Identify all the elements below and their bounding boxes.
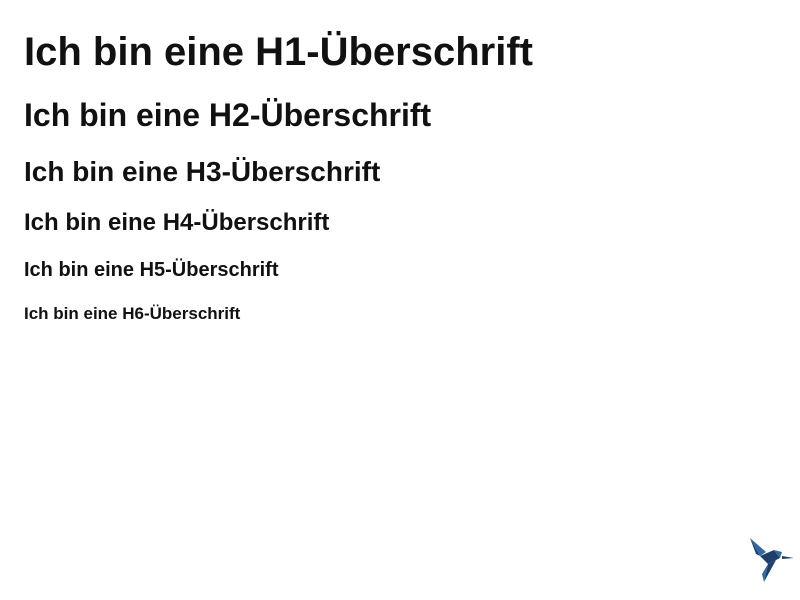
heading-h1: Ich bin eine H1-Überschrift: [24, 30, 533, 74]
heading-h5: Ich bin eine H5-Überschrift: [24, 259, 279, 281]
hummingbird-logo-icon: [744, 534, 796, 586]
heading-h2: Ich bin eine H2-Überschrift: [24, 97, 432, 133]
heading-h3: Ich bin eine H3-Überschrift: [24, 156, 381, 187]
heading-h6: Ich bin eine H6-Überschrift: [24, 304, 241, 323]
heading-h4: Ich bin eine H4-Überschrift: [24, 209, 330, 236]
